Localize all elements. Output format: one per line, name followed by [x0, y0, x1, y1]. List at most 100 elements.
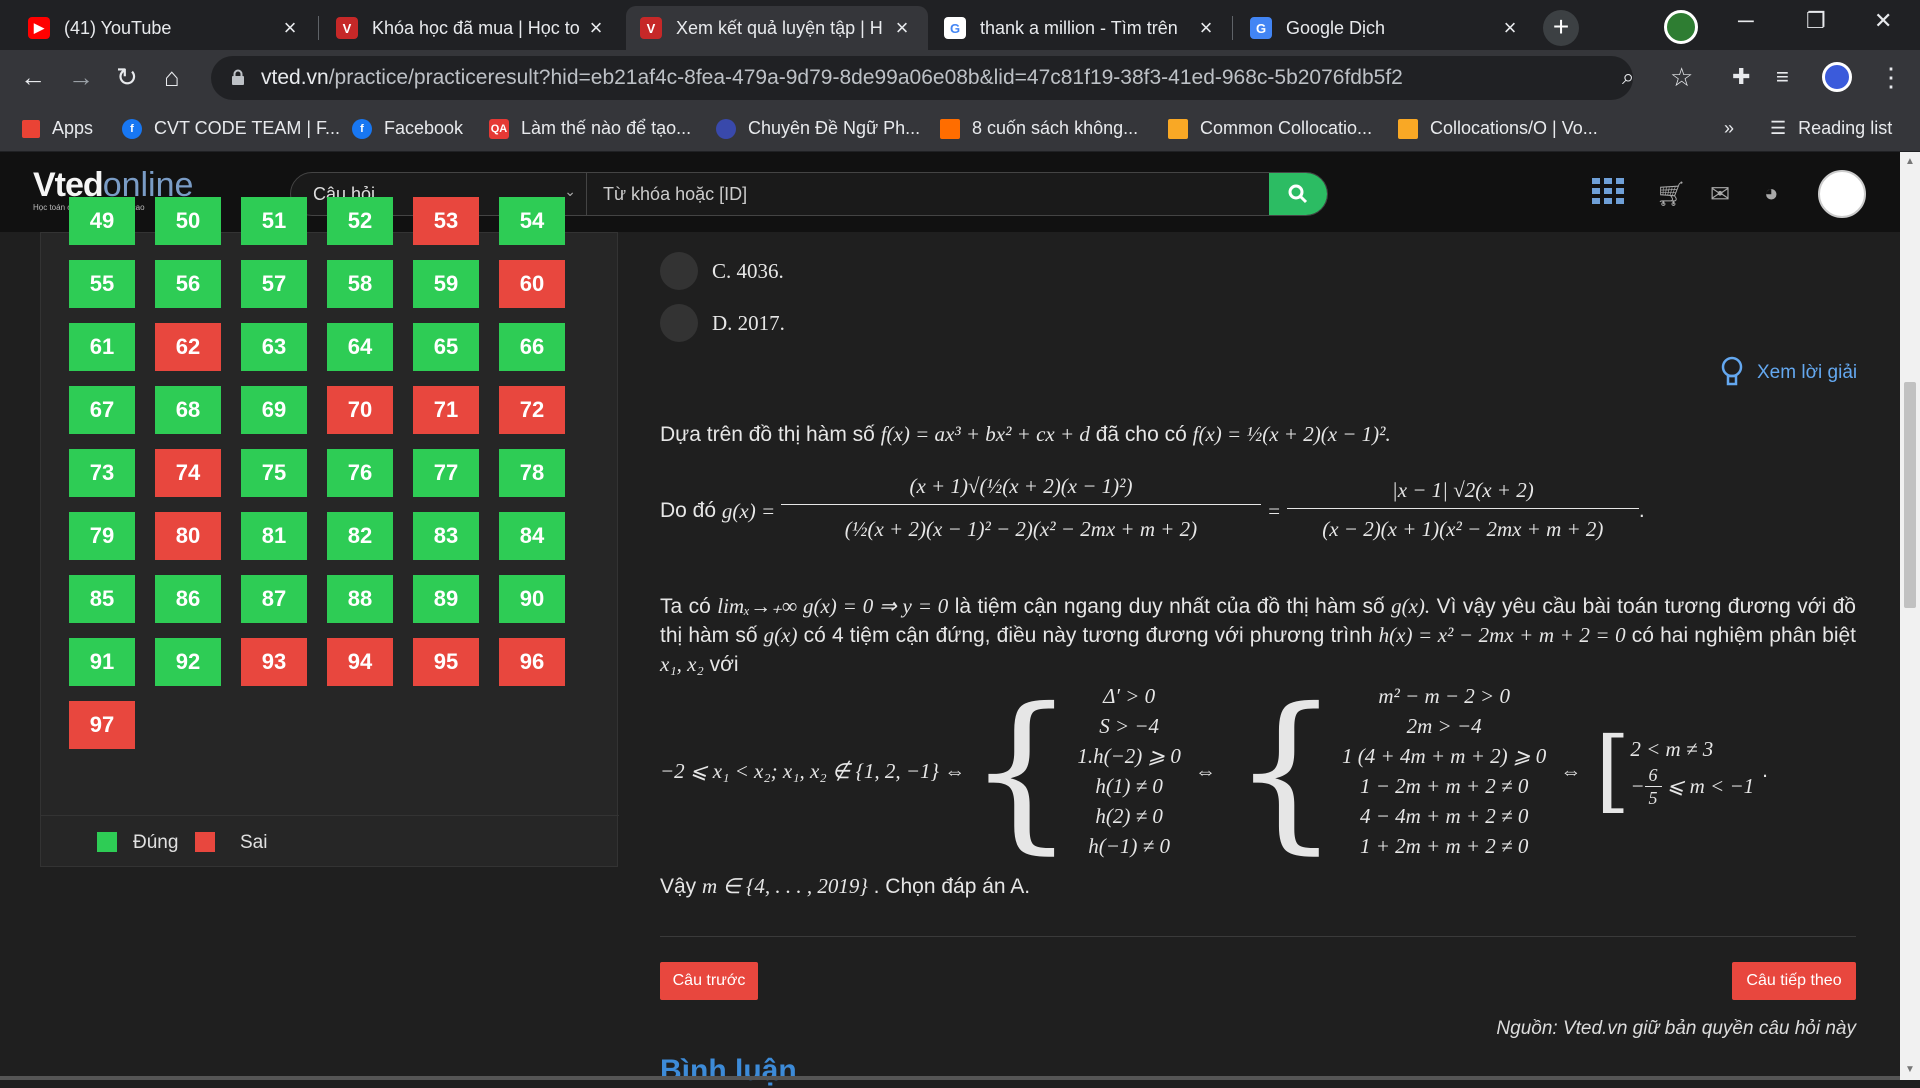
bookmark-common-collocations[interactable]: Common Collocatio...	[1168, 118, 1372, 139]
question-cell-88[interactable]: 88	[327, 575, 393, 623]
question-cell-61[interactable]: 61	[69, 323, 135, 371]
question-cell-87[interactable]: 87	[241, 575, 307, 623]
mail-icon[interactable]: ✉	[1710, 180, 1730, 209]
question-cell-57[interactable]: 57	[241, 260, 307, 308]
question-cell-94[interactable]: 94	[327, 638, 393, 686]
question-cell-83[interactable]: 83	[413, 512, 479, 560]
search-input[interactable]: Từ khóa hoặc [ID]	[587, 173, 1269, 215]
question-cell-60[interactable]: 60	[499, 260, 565, 308]
answer-option-d[interactable]: D. 2017.	[660, 304, 785, 342]
question-cell-53[interactable]: 53	[413, 197, 479, 245]
apps-grid-icon[interactable]	[1592, 178, 1624, 211]
home-icon[interactable]: ⌂	[164, 62, 180, 92]
question-cell-97[interactable]: 97	[69, 701, 135, 749]
profile-icon[interactable]	[1664, 10, 1698, 44]
question-cell-67[interactable]: 67	[69, 386, 135, 434]
more-bookmarks-button[interactable]: »	[1724, 118, 1734, 139]
avatar[interactable]	[1818, 170, 1866, 218]
bookmark-facebook[interactable]: f Facebook	[352, 118, 463, 139]
question-cell-66[interactable]: 66	[499, 323, 565, 371]
question-cell-49[interactable]: 49	[69, 197, 135, 245]
tab-youtube[interactable]: ▶ (41) YouTube ×	[14, 6, 316, 50]
media-icon[interactable]: ≡	[1776, 62, 1789, 92]
minimize-icon[interactable]: ─	[1738, 8, 1754, 34]
forward-icon[interactable]: →	[68, 62, 94, 92]
close-tab-icon[interactable]: ×	[278, 15, 302, 41]
question-cell-50[interactable]: 50	[155, 197, 221, 245]
menu-icon[interactable]: ⋮	[1878, 62, 1904, 92]
question-cell-73[interactable]: 73	[69, 449, 135, 497]
question-cell-85[interactable]: 85	[69, 575, 135, 623]
zoom-icon[interactable]: ⌕	[1622, 62, 1634, 92]
answer-option-c[interactable]: C. 4036.	[660, 252, 784, 290]
cart-icon[interactable]: 🛒︎	[1656, 180, 1686, 209]
bookmark-cvt-code-team[interactable]: f CVT CODE TEAM | F...	[122, 118, 340, 139]
question-cell-74[interactable]: 74	[155, 449, 221, 497]
question-cell-71[interactable]: 71	[413, 386, 479, 434]
question-cell-65[interactable]: 65	[413, 323, 479, 371]
question-cell-82[interactable]: 82	[327, 512, 393, 560]
close-window-icon[interactable]: ✕	[1874, 8, 1892, 34]
question-cell-95[interactable]: 95	[413, 638, 479, 686]
question-cell-51[interactable]: 51	[241, 197, 307, 245]
bookmark-8-cuon-sach[interactable]: 8 cuốn sách không...	[940, 118, 1138, 139]
question-cell-86[interactable]: 86	[155, 575, 221, 623]
next-question-button[interactable]: Câu tiếp theo	[1732, 962, 1856, 1000]
previous-question-button[interactable]: Câu trước	[660, 962, 758, 1000]
question-cell-63[interactable]: 63	[241, 323, 307, 371]
bookmark-collocations-o[interactable]: Collocations/O | Vo...	[1398, 118, 1598, 139]
extensions-icon[interactable]: ✚	[1732, 62, 1750, 92]
scroll-up-icon[interactable]: ▲	[1905, 156, 1915, 167]
question-cell-72[interactable]: 72	[499, 386, 565, 434]
tab-google-search[interactable]: G thank a million - Tìm trên ×	[930, 6, 1232, 50]
question-cell-78[interactable]: 78	[499, 449, 565, 497]
restore-icon[interactable]: ❐	[1806, 8, 1826, 34]
question-cell-58[interactable]: 58	[327, 260, 393, 308]
search-button[interactable]	[1269, 173, 1327, 215]
question-cell-79[interactable]: 79	[69, 512, 135, 560]
reading-list-button[interactable]: ☰ Reading list	[1770, 118, 1892, 139]
star-icon[interactable]: ☆	[1670, 62, 1693, 92]
bookmark-apps[interactable]: Apps	[22, 118, 93, 139]
bookmark-qa[interactable]: QA Làm thế nào để tạo...	[489, 118, 691, 139]
horizontal-scrollbar[interactable]	[0, 1076, 1900, 1080]
question-cell-62[interactable]: 62	[155, 323, 221, 371]
back-icon[interactable]: ←	[20, 62, 46, 92]
tab-google-translate[interactable]: G Google Dịch ×	[1236, 6, 1536, 50]
question-cell-70[interactable]: 70	[327, 386, 393, 434]
radio-button[interactable]	[660, 252, 698, 290]
reload-icon[interactable]: ↻	[116, 62, 138, 92]
question-cell-96[interactable]: 96	[499, 638, 565, 686]
question-cell-84[interactable]: 84	[499, 512, 565, 560]
question-cell-55[interactable]: 55	[69, 260, 135, 308]
question-cell-92[interactable]: 92	[155, 638, 221, 686]
question-cell-54[interactable]: 54	[499, 197, 565, 245]
close-tab-icon[interactable]: ×	[1498, 15, 1522, 41]
question-cell-89[interactable]: 89	[413, 575, 479, 623]
question-cell-80[interactable]: 80	[155, 512, 221, 560]
question-cell-91[interactable]: 91	[69, 638, 135, 686]
question-cell-68[interactable]: 68	[155, 386, 221, 434]
question-cell-93[interactable]: 93	[241, 638, 307, 686]
bookmark-chuyen-de[interactable]: Chuyên Đề Ngữ Ph...	[716, 118, 920, 139]
question-cell-69[interactable]: 69	[241, 386, 307, 434]
page-scrollbar[interactable]: ▲ ▼	[1900, 152, 1920, 1080]
close-tab-icon[interactable]: ×	[1194, 15, 1218, 41]
question-cell-75[interactable]: 75	[241, 449, 307, 497]
radio-button[interactable]	[660, 304, 698, 342]
question-cell-77[interactable]: 77	[413, 449, 479, 497]
question-cell-59[interactable]: 59	[413, 260, 479, 308]
close-tab-icon[interactable]: ×	[584, 15, 608, 41]
account-icon[interactable]	[1822, 62, 1852, 92]
new-tab-button[interactable]: +	[1543, 10, 1579, 46]
close-tab-icon[interactable]: ×	[890, 15, 914, 41]
question-cell-64[interactable]: 64	[327, 323, 393, 371]
scrollbar-thumb[interactable]	[1904, 382, 1916, 608]
question-cell-52[interactable]: 52	[327, 197, 393, 245]
globe-icon[interactable]: ◕	[1764, 180, 1779, 208]
tab-vted-courses[interactable]: V Khóa học đã mua | Học to ×	[322, 6, 622, 50]
view-solution-link[interactable]: Xem lời giải	[1721, 356, 1857, 390]
scroll-down-icon[interactable]: ▼	[1905, 1064, 1915, 1075]
address-bar[interactable]: vted.vn/practice/practiceresult?hid=eb21…	[211, 56, 1633, 100]
question-cell-81[interactable]: 81	[241, 512, 307, 560]
